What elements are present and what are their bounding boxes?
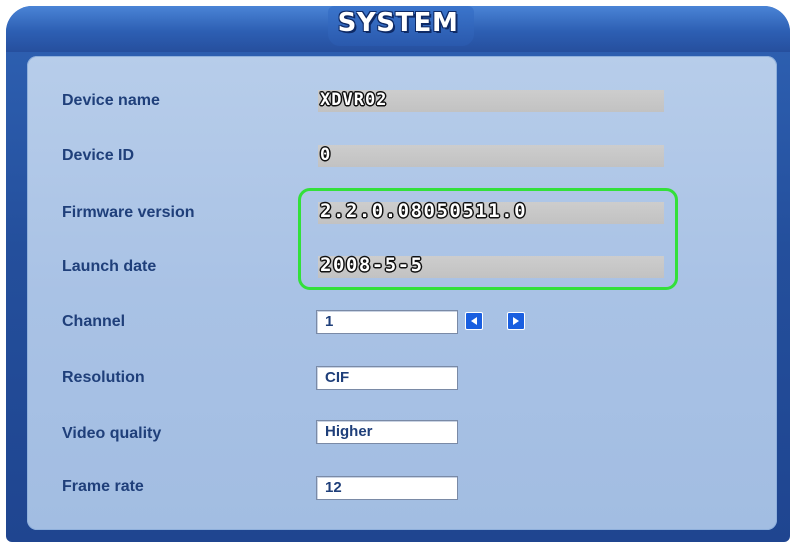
device-id-value: 0 [320, 145, 332, 165]
window-title: SYSTEM [337, 8, 459, 38]
channel-label: Channel [62, 313, 126, 330]
device-name-label: Device name [62, 92, 160, 109]
content-panel [27, 56, 777, 530]
arrow-right-icon [513, 317, 519, 325]
firmware-version-label: Firmware version [62, 204, 195, 221]
channel-prev-button[interactable] [465, 312, 483, 330]
frame-rate-label: Frame rate [62, 478, 144, 495]
channel-next-button[interactable] [507, 312, 525, 330]
channel-field[interactable]: 1 [316, 310, 458, 334]
resolution-label: Resolution [62, 369, 145, 386]
resolution-field[interactable]: CIF [316, 366, 458, 390]
screen: SYSTEM Device name XDVR02 Device ID 0 Fi… [0, 0, 796, 544]
launch-date-label: Launch date [62, 258, 157, 275]
frame-rate-field[interactable]: 12 [316, 476, 458, 500]
device-id-bar [318, 145, 664, 167]
highlight-box [298, 188, 678, 290]
video-quality-field[interactable]: Higher [316, 420, 458, 444]
arrow-left-icon [471, 317, 477, 325]
video-quality-label: Video quality [62, 425, 162, 442]
device-id-label: Device ID [62, 147, 135, 164]
device-name-value: XDVR02 [320, 90, 388, 110]
